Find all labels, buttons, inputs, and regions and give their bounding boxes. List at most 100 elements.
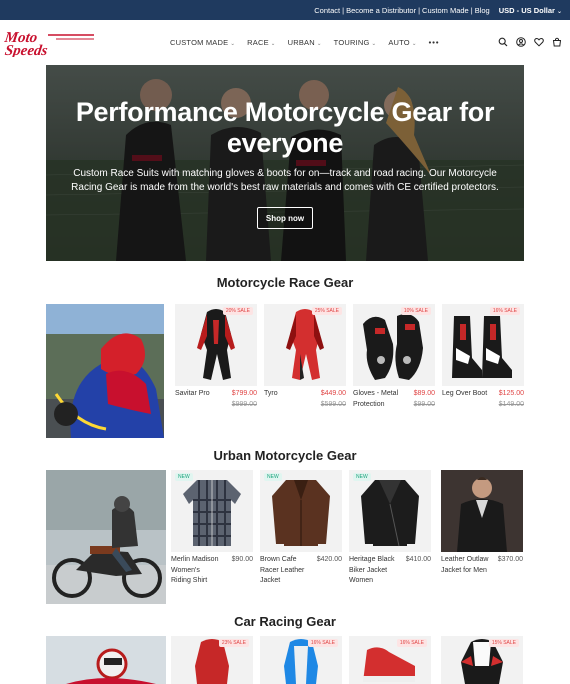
sale-badge: 16% SALE [307, 639, 338, 647]
nav-urban[interactable]: URBAN ⌄ [288, 38, 322, 47]
wishlist-icon[interactable] [534, 37, 544, 47]
cart-icon[interactable] [552, 37, 562, 47]
product-price: $410.00 [405, 556, 431, 563]
sale-badge: 15% SALE [488, 639, 519, 647]
hero-photo [46, 65, 524, 261]
separator: | [470, 5, 473, 15]
section-title-car: Car Racing Gear [234, 614, 336, 629]
product-price: $370.00 [497, 556, 523, 563]
product-name[interactable]: Gloves - Metal Protection [353, 389, 403, 410]
product-image[interactable]: 16% SALE [260, 636, 342, 684]
main-nav: CUSTOM MADE ⌄ RACE ⌄ URBAN ⌄ TOURING ⌄ AUTO ⌄… [170, 38, 452, 47]
product-card[interactable]: 23% SALE [171, 636, 253, 684]
product-card[interactable]: 16% SALE [260, 636, 342, 684]
nav-label: RACE [247, 38, 269, 47]
sale-price: $125.00 [498, 390, 524, 397]
chevron-down-icon: ⌄ [230, 41, 236, 47]
currency-label: USD - US Dollar [498, 5, 555, 15]
original-price: $599.00 [320, 400, 346, 408]
product-name[interactable]: Merlin Madison Women's Riding Shirt [171, 555, 221, 587]
hero-title: Performance Motorcycle Gear for everyone [75, 97, 495, 158]
nav-touring[interactable]: TOURING ⌄ [334, 38, 377, 47]
contact-link[interactable]: Contact [314, 6, 340, 15]
sale-badge: 16% SALE [396, 639, 427, 647]
hero-description: Custom Race Suits with matching gloves &… [71, 168, 499, 193]
chevron-down-icon: ⌄ [371, 41, 377, 47]
account-icon[interactable] [516, 37, 526, 47]
new-badge: NEW [353, 473, 371, 481]
product-card[interactable]: Leather Outlaw Jacket for Men $370.00 [441, 470, 523, 576]
nav-label: CUSTOM MADE [170, 38, 229, 47]
nav-more-button[interactable]: ••• [429, 38, 440, 47]
product-card[interactable]: 15% SALE [441, 636, 523, 684]
car-category-photo [46, 636, 166, 684]
sale-price: $449.00 [320, 390, 346, 397]
logo[interactable]: Moto Speeds [3, 29, 96, 59]
product-price: $420.00 [316, 556, 342, 563]
blog-link[interactable]: Blog [475, 6, 490, 15]
section-title-urban: Urban Motorcycle Gear [213, 448, 357, 463]
product-card[interactable]: 10% SALE Gloves - Metal Protection $89.0… [353, 304, 435, 410]
race-category-photo [46, 304, 164, 438]
header-icons [490, 37, 562, 47]
custom-made-link[interactable]: Custom Made [422, 6, 469, 15]
product-image[interactable]: 20% SALE [175, 304, 257, 386]
become-distributor-link[interactable]: Become a Distributor [346, 6, 416, 15]
chevron-down-icon: ⌄ [556, 8, 562, 15]
product-card[interactable]: NEW Heritage Black Biker Jacket Women $4… [349, 470, 431, 587]
product-card[interactable]: 25% SALE Tyro $449.00 $599.00 [264, 304, 346, 410]
top-links: Contact | Become a Distributor | Custom … [314, 6, 489, 15]
sale-price: $89.00 [413, 390, 435, 397]
product-card[interactable]: 20% SALE Savitar Pro $799.00 $999.00 [175, 304, 257, 410]
currency-selector[interactable]: USD - US Dollar ⌄ [499, 6, 562, 15]
product-image[interactable]: NEW [349, 470, 431, 552]
jacket-image [272, 480, 330, 546]
urban-category-image[interactable] [46, 470, 166, 604]
product-image[interactable] [441, 470, 523, 552]
race-suit-image [197, 309, 235, 380]
product-card[interactable]: 16% SALE Leg Over Boot $125.00 $149.00 [442, 304, 524, 410]
section-title-race: Motorcycle Race Gear [216, 275, 354, 290]
product-name[interactable]: Brown Cafe Racer Leather Jacket [260, 555, 310, 587]
search-icon[interactable] [498, 37, 508, 47]
product-name[interactable]: Leg Over Boot [442, 389, 487, 410]
nav-auto[interactable]: AUTO ⌄ [388, 38, 416, 47]
product-image[interactable]: NEW [260, 470, 342, 552]
product-image[interactable]: 23% SALE [171, 636, 253, 684]
race-category-image[interactable] [46, 304, 164, 438]
product-card[interactable]: 16% SALE [349, 636, 431, 684]
top-bar: Contact | Become a Distributor | Custom … [0, 0, 570, 20]
product-price: $90.00 [231, 556, 253, 563]
product-name[interactable]: Savitar Pro [175, 389, 210, 410]
chevron-down-icon: ⌄ [270, 41, 276, 47]
sale-badge: 20% SALE [222, 307, 253, 315]
product-name[interactable]: Heritage Black Biker Jacket Women [349, 555, 399, 587]
product-name[interactable]: Tyro [264, 389, 278, 410]
site-header: Moto Speeds CUSTOM MADE ⌄ RACE ⌄ URBAN ⌄ TO… [0, 20, 570, 64]
shop-now-button[interactable]: Shop now [257, 207, 313, 229]
sale-price: $799.00 [231, 390, 257, 397]
sale-badge: 25% SALE [311, 307, 342, 315]
product-card[interactable]: NEW Merlin Madison Women's Riding Shirt … [171, 470, 253, 587]
product-image[interactable]: 16% SALE [442, 304, 524, 386]
nav-custom-made[interactable]: CUSTOM MADE ⌄ [170, 38, 235, 47]
product-card[interactable]: NEW Brown Cafe Racer Leather Jacket $420… [260, 470, 342, 587]
sale-badge: 10% SALE [400, 307, 431, 315]
product-image[interactable]: 15% SALE [441, 636, 523, 684]
gloves-image [363, 314, 423, 380]
original-price: $99.00 [413, 400, 435, 408]
boots-image [452, 316, 512, 378]
product-image[interactable]: 10% SALE [353, 304, 435, 386]
chevron-down-icon: ⌄ [411, 41, 417, 47]
shirt-image [183, 480, 241, 546]
new-badge: NEW [264, 473, 282, 481]
car-category-image[interactable] [46, 636, 166, 684]
product-image[interactable]: 25% SALE [264, 304, 346, 386]
jacket-image [361, 480, 419, 547]
nav-race[interactable]: RACE ⌄ [247, 38, 275, 47]
product-image[interactable]: NEW [171, 470, 253, 552]
logo-image: Moto Speeds [3, 30, 94, 59]
product-name[interactable]: Leather Outlaw Jacket for Men [441, 555, 491, 576]
product-image[interactable]: 16% SALE [349, 636, 431, 684]
nav-label: TOURING [333, 38, 370, 47]
